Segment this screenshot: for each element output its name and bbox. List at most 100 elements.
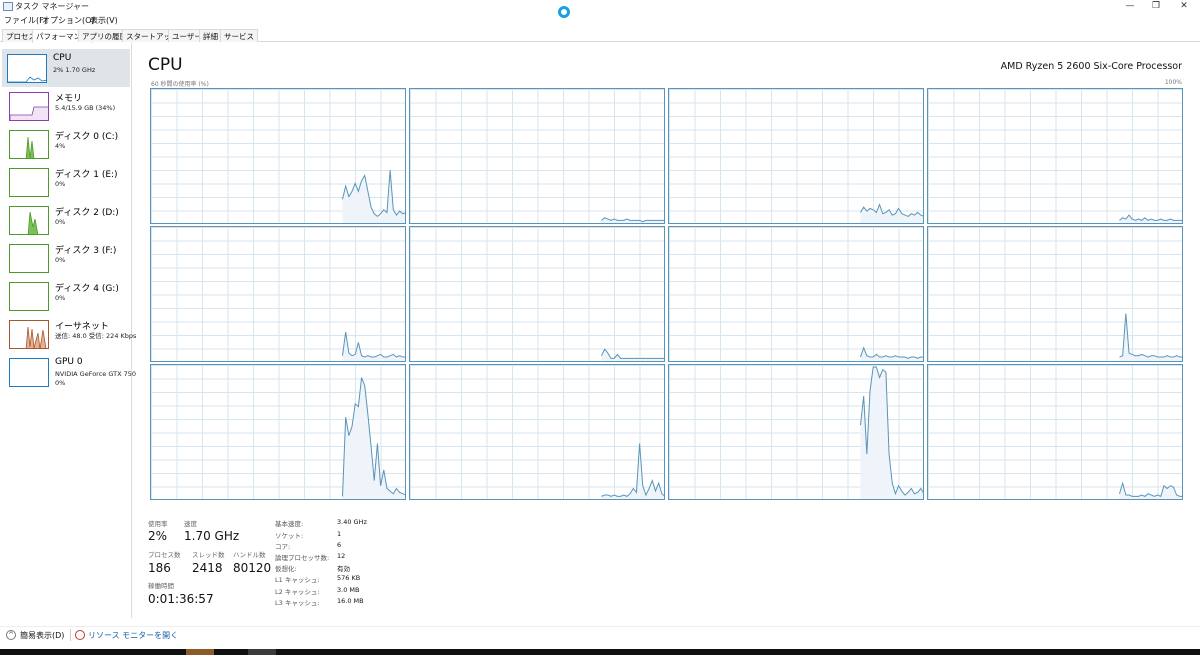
tab-services[interactable]: サービス: [220, 29, 258, 42]
cpu-core-graph-2: [668, 88, 924, 224]
memory-thumbnail-graph: [9, 92, 49, 121]
cpu-thumbnail-graph: [7, 54, 47, 83]
handles-label: ハンドル数: [233, 551, 266, 559]
spec-label: 基本速度:: [275, 520, 304, 528]
sidebar-item-label: ディスク 3 (F:): [55, 246, 117, 256]
speed-label: 速度: [184, 520, 197, 528]
spec-label: L3 キャッシュ:: [275, 599, 320, 607]
sidebar-item-label: CPU: [53, 53, 72, 63]
processor-name: AMD Ryzen 5 2600 Six-Core Processor: [1000, 61, 1182, 72]
speed-value: 1.70 GHz: [184, 529, 240, 543]
sidebar-item-memory[interactable]: メモリ 5.4/15.9 GB (34%): [4, 87, 130, 125]
minimize-button[interactable]: —: [1120, 1, 1140, 11]
spec-value: 1: [337, 530, 342, 538]
core-usage-line: [1119, 313, 1182, 358]
menu-view[interactable]: 表示(V): [90, 15, 118, 26]
sidebar-item-disk-0[interactable]: ディスク 0 (C:) 4%: [4, 125, 130, 163]
menu-options[interactable]: オプション(O): [42, 15, 95, 26]
spec-label: L2 キャッシュ:: [275, 588, 320, 596]
maximize-button[interactable]: ❐: [1146, 1, 1166, 11]
cpu-core-graph-9: [409, 364, 665, 500]
core-usage-area: [601, 349, 664, 361]
handles-value: 80120: [233, 561, 272, 575]
chevron-up-icon[interactable]: ^: [6, 630, 16, 640]
ethernet-thumbnail-graph: [9, 320, 49, 349]
core-usage-line: [342, 331, 405, 358]
disk-0-thumbnail-graph: [9, 130, 49, 159]
core-usage-area: [342, 170, 405, 223]
gpu-thumbnail-graph: [9, 358, 49, 387]
sidebar-item-label: ディスク 0 (C:): [55, 132, 119, 142]
taskbar-app-icon[interactable]: [186, 649, 214, 655]
spec-value: 576 KB: [337, 574, 361, 582]
cpu-core-graph-11: [927, 364, 1183, 500]
cpu-core-graph-1: [409, 88, 665, 224]
uptime-value: 0:01:36:57: [148, 592, 214, 606]
cpu-core-graph-5: [409, 226, 665, 362]
sidebar-item-disk-3[interactable]: ディスク 3 (F:) 0%: [4, 239, 130, 277]
uptime-label: 稼働時間: [148, 582, 174, 590]
disk-4-thumbnail-graph: [9, 282, 49, 311]
taskbar-app-icon[interactable]: [248, 649, 276, 655]
sidebar-item-detail: 0%: [55, 218, 66, 226]
task-manager-icon: [3, 2, 13, 11]
spec-label: ソケット:: [275, 532, 304, 540]
taskbar: [0, 649, 1200, 655]
sidebar-item-detail: 0%: [55, 180, 66, 188]
menu-file[interactable]: ファイル(F): [4, 15, 47, 26]
core-usage-line: [601, 443, 664, 497]
cpu-core-graph-8: [150, 364, 406, 500]
sidebar-item-detail-2: 0%: [55, 379, 66, 387]
sidebar-item-disk-2[interactable]: ディスク 2 (D:) 0%: [4, 201, 130, 239]
usage-label: 使用率: [148, 520, 168, 528]
disk-3-thumbnail-graph: [9, 244, 49, 273]
sidebar-item-detail: 送信: 48.0 受信: 224 Kbps: [55, 332, 137, 340]
page-title: CPU: [148, 55, 183, 75]
open-resource-monitor-link[interactable]: リソース モニターを開く: [88, 630, 178, 641]
threads-value: 2418: [192, 561, 223, 575]
sidebar-item-disk-1[interactable]: ディスク 1 (E:) 0%: [4, 163, 130, 201]
spec-label: 論理プロセッサ数:: [275, 554, 330, 562]
sidebar-item-label: イーサネット: [55, 322, 109, 332]
spec-label: L1 キャッシュ:: [275, 576, 320, 584]
resource-monitor-icon: [75, 630, 85, 640]
sidebar-item-ethernet[interactable]: イーサネット 送信: 48.0 受信: 224 Kbps: [4, 315, 136, 353]
sidebar-item-label: メモリ: [55, 94, 83, 104]
sidebar-item-detail: 2% 1.70 GHz: [53, 66, 96, 74]
close-button[interactable]: ✕: [1174, 1, 1194, 11]
sidebar-item-detail: 4%: [55, 142, 66, 150]
cortana-ring-icon: [558, 6, 570, 18]
graph-axis-max: 100%: [1164, 79, 1182, 86]
cpu-core-graph-3: [927, 88, 1183, 224]
sidebar-item-disk-4[interactable]: ディスク 4 (G:) 0%: [4, 277, 130, 315]
spec-value: 16.0 MB: [337, 597, 364, 605]
sidebar-item-detail: 0%: [55, 256, 66, 264]
window-title: タスク マネージャー: [15, 2, 89, 11]
sidebar-item-detail: 0%: [55, 294, 66, 302]
processes-label: プロセス数: [148, 551, 181, 559]
compact-view-link[interactable]: 簡易表示(D): [20, 630, 64, 641]
sidebar-item-label: ディスク 4 (G:): [55, 284, 119, 294]
processes-value: 186: [148, 561, 171, 575]
spec-label: コア:: [275, 543, 291, 551]
resource-sidebar: CPU 2% 1.70 GHz メモリ 5.4/15.9 GB (34%) ディ…: [0, 43, 136, 618]
core-usage-line: [860, 346, 923, 359]
core-usage-area: [860, 347, 923, 361]
sidebar-item-detail: 5.4/15.9 GB (34%): [55, 104, 116, 112]
disk-1-thumbnail-graph: [9, 168, 49, 197]
spec-value: 有効: [337, 565, 350, 573]
spec-value: 12: [337, 552, 346, 560]
tab-details[interactable]: 詳細: [199, 29, 222, 42]
spec-value: 3.0 MB: [337, 586, 360, 594]
graph-axis-label: 60 秒間の使用率 (%): [151, 81, 209, 88]
sidebar-item-cpu[interactable]: CPU 2% 1.70 GHz: [2, 49, 130, 87]
cpu-core-graph-7: [927, 226, 1183, 362]
sidebar-item-label: GPU 0: [55, 357, 83, 367]
sidebar-item-gpu-0[interactable]: GPU 0 NVIDIA GeForce GTX 750 0%: [4, 353, 136, 391]
sidebar-item-label: ディスク 1 (E:): [55, 170, 118, 180]
sidebar-item-label: ディスク 2 (D:): [55, 208, 119, 218]
footer-bar: ^ 簡易表示(D) リソース モニターを開く: [0, 626, 1200, 643]
core-usage-line: [601, 348, 664, 359]
cpu-core-graph-6: [668, 226, 924, 362]
threads-label: スレッド数: [192, 551, 225, 559]
